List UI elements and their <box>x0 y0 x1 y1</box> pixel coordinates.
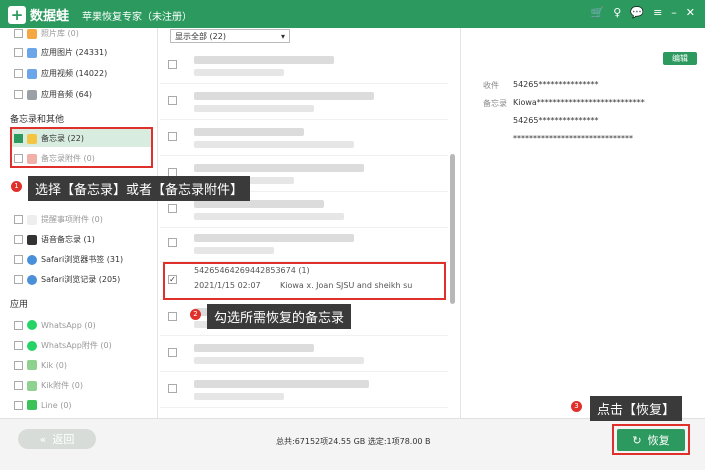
title-bar: + 数据蛙 苹果恢复专家（未注册） 🛒 ♀ 💬 ≡ – ✕ <box>0 0 705 28</box>
sidebar-item-app-videos[interactable]: 应用视频 (14022) <box>14 68 107 79</box>
selection-stats: 总共:67152项24.55 GB 选定:1项78.00 B <box>276 437 431 446</box>
sidebar-item-safari-history[interactable]: Safari浏览记录 (205) <box>14 274 120 285</box>
sidebar-item-voice-memos[interactable]: 语音备忘录 (1) <box>14 234 95 245</box>
notes-list-panel: 显示全部 (22) ▾ ✓ 54265464269442853674 (1) 2… <box>160 28 456 418</box>
list-item[interactable] <box>160 84 448 120</box>
chevron-down-icon: ▾ <box>280 31 285 41</box>
sidebar-item-photo-library[interactable]: 照片库 (0) <box>14 28 79 39</box>
list-item[interactable] <box>160 336 448 372</box>
sidebar-item-whatsapp-attachments[interactable]: WhatsApp附件 (0) <box>14 340 112 351</box>
note-detail-panel: 编辑 收件 54265*************** 备忘录 Kiowa****… <box>460 28 705 418</box>
window-controls: 🛒 ♀ 💬 ≡ – ✕ <box>591 6 695 19</box>
list-item[interactable] <box>160 120 448 156</box>
sidebar-item-reminder-attachments[interactable]: 提醒事项附件 (0) <box>14 214 103 225</box>
sidebar-item-whatsapp[interactable]: WhatsApp (0) <box>14 320 96 330</box>
sidebar-item-app-photos[interactable]: 应用图片 (24331) <box>14 47 107 58</box>
highlight-box-selected-note <box>163 262 446 300</box>
note-value: Kiowa*************************** <box>513 98 645 107</box>
section-app-title: 应用 <box>10 300 29 310</box>
sidebar-item-safari-bookmarks[interactable]: Safari浏览器书签 (31) <box>14 254 123 265</box>
step2-badge: 2 <box>190 309 201 320</box>
sidebar-item-line[interactable]: Line (0) <box>14 400 72 410</box>
close-icon[interactable]: ✕ <box>686 6 695 19</box>
sidebar: 照片库 (0) 应用图片 (24331) 应用视频 (14022) 应用音频 (… <box>0 28 158 418</box>
bottom-bar: « 返回 总共:67152项24.55 GB 选定:1项78.00 B ↻ 恢复 <box>0 418 705 470</box>
list-item[interactable] <box>160 48 448 84</box>
step1-badge: 1 <box>11 181 22 192</box>
window-title: 苹果恢复专家（未注册） <box>82 12 192 23</box>
menu-icon[interactable]: ≡ <box>653 6 662 19</box>
edit-button[interactable]: 编辑 <box>663 52 697 65</box>
sidebar-item-kik-attachments[interactable]: Kik附件 (0) <box>14 380 83 391</box>
chat-icon[interactable]: 💬 <box>630 6 644 19</box>
step1-callout: 选择【备忘录】或者【备忘录附件】 <box>28 176 251 201</box>
list-scrollbar[interactable] <box>450 154 455 304</box>
user-icon[interactable]: ♀ <box>613 6 621 19</box>
step2-callout: 勾选所需恢复的备忘录 <box>207 304 352 329</box>
back-arrow-icon: « <box>39 432 47 446</box>
sidebar-item-kik[interactable]: Kik (0) <box>14 360 67 370</box>
minimize-icon[interactable]: – <box>671 6 677 19</box>
app-logo: + 数据蛙 <box>8 5 69 24</box>
step3-callout: 点击【恢复】 <box>590 396 683 421</box>
from-label: 收件 <box>483 81 499 90</box>
note-line-4: ****************************** <box>513 134 633 143</box>
cart-icon[interactable]: 🛒 <box>591 6 605 19</box>
from-value: 54265*************** <box>513 80 599 89</box>
logo-icon: + <box>8 5 26 24</box>
highlight-box-recover <box>612 424 690 455</box>
highlight-box-notes <box>10 127 153 168</box>
sidebar-item-app-audio[interactable]: 应用音频 (64) <box>14 89 92 100</box>
step3-badge: 3 <box>571 401 582 412</box>
back-button[interactable]: « 返回 <box>18 429 96 449</box>
note-label: 备忘录 <box>483 99 507 108</box>
filter-value: 显示全部 (22) <box>175 31 226 41</box>
logo-text: 数据蛙 <box>30 9 70 24</box>
note-line-3: 54265*************** <box>513 116 599 125</box>
list-item[interactable] <box>160 226 448 262</box>
list-item[interactable] <box>160 372 448 408</box>
filter-dropdown[interactable]: 显示全部 (22) ▾ <box>170 29 290 43</box>
section-memo-title: 备忘录和其他 <box>10 115 65 125</box>
